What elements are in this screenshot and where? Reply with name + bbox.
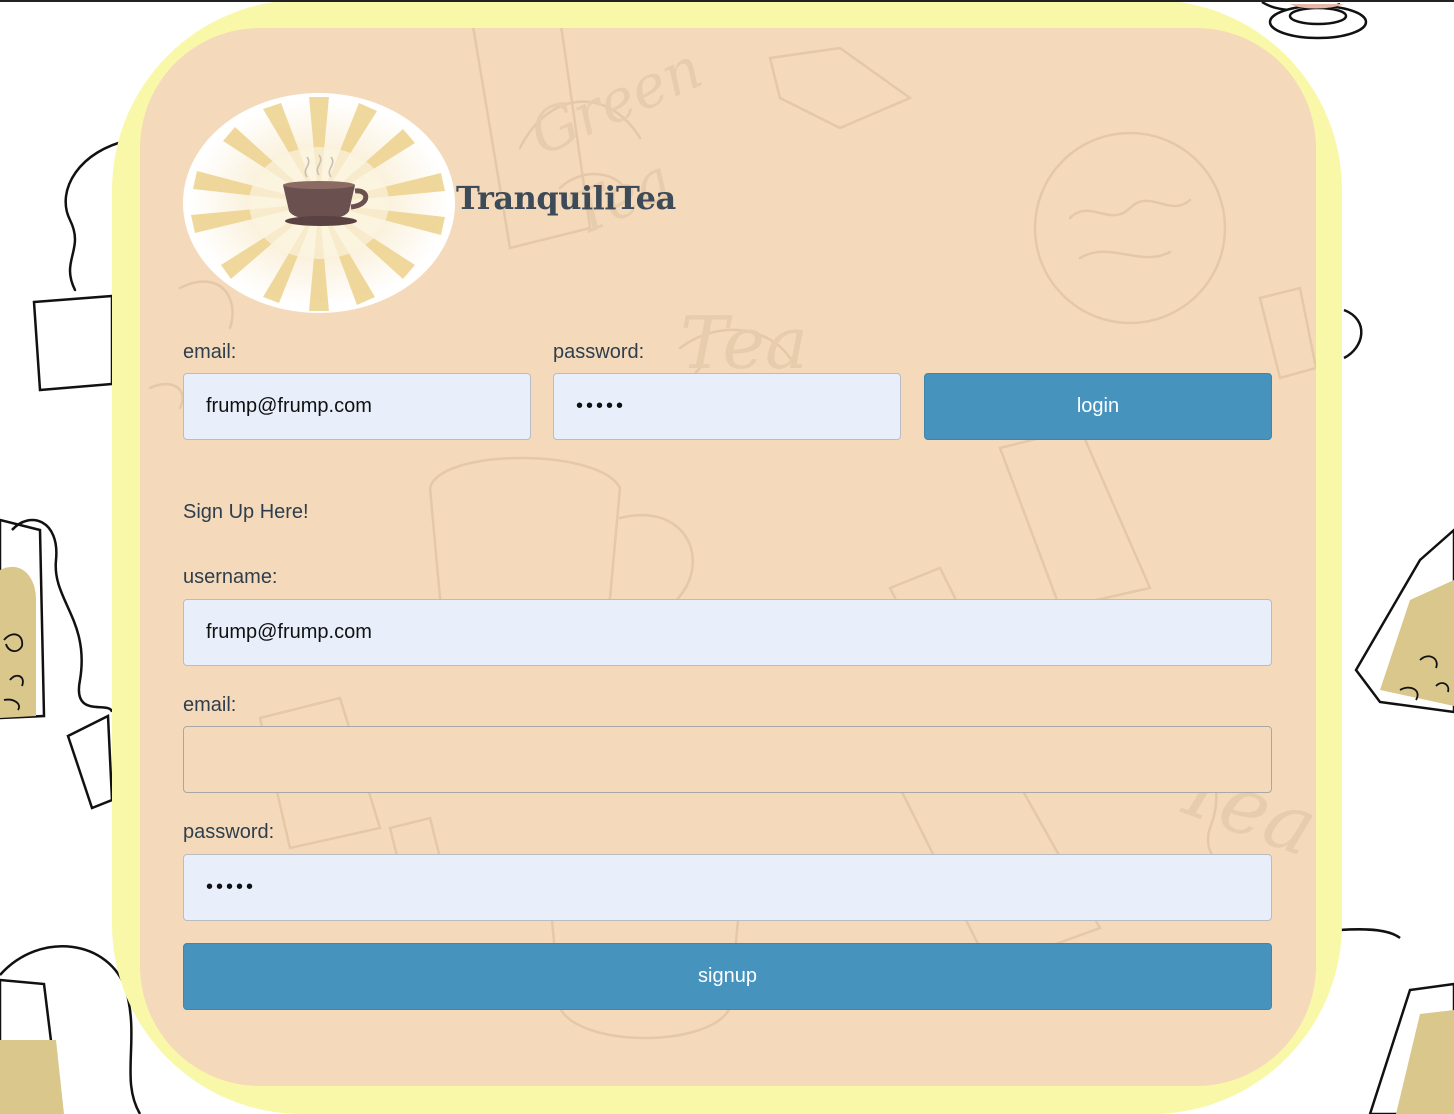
login-email-input[interactable] <box>183 373 531 440</box>
signup-heading: Sign Up Here! <box>183 501 309 523</box>
signup-password-label: password: <box>183 821 275 843</box>
login-email-label: email: <box>183 341 237 363</box>
login-password-label: password: <box>553 341 645 363</box>
login-password-input[interactable] <box>553 373 901 440</box>
signup-username-label: username: <box>183 566 278 588</box>
signup-username-input[interactable] <box>183 599 1272 666</box>
teacup-sunburst-logo-icon <box>183 93 455 313</box>
brand-name: TranquiliTea <box>456 179 676 217</box>
top-border <box>0 0 1454 2</box>
signup-password-input[interactable] <box>183 854 1272 921</box>
login-button[interactable]: login <box>924 373 1272 440</box>
signup-email-label: email: <box>183 694 237 716</box>
signup-button[interactable]: signup <box>183 943 1272 1010</box>
signup-email-input[interactable] <box>183 726 1272 793</box>
login-card: Green Tea Tea Tea TranquiliTea email: fr… <box>140 28 1316 1086</box>
